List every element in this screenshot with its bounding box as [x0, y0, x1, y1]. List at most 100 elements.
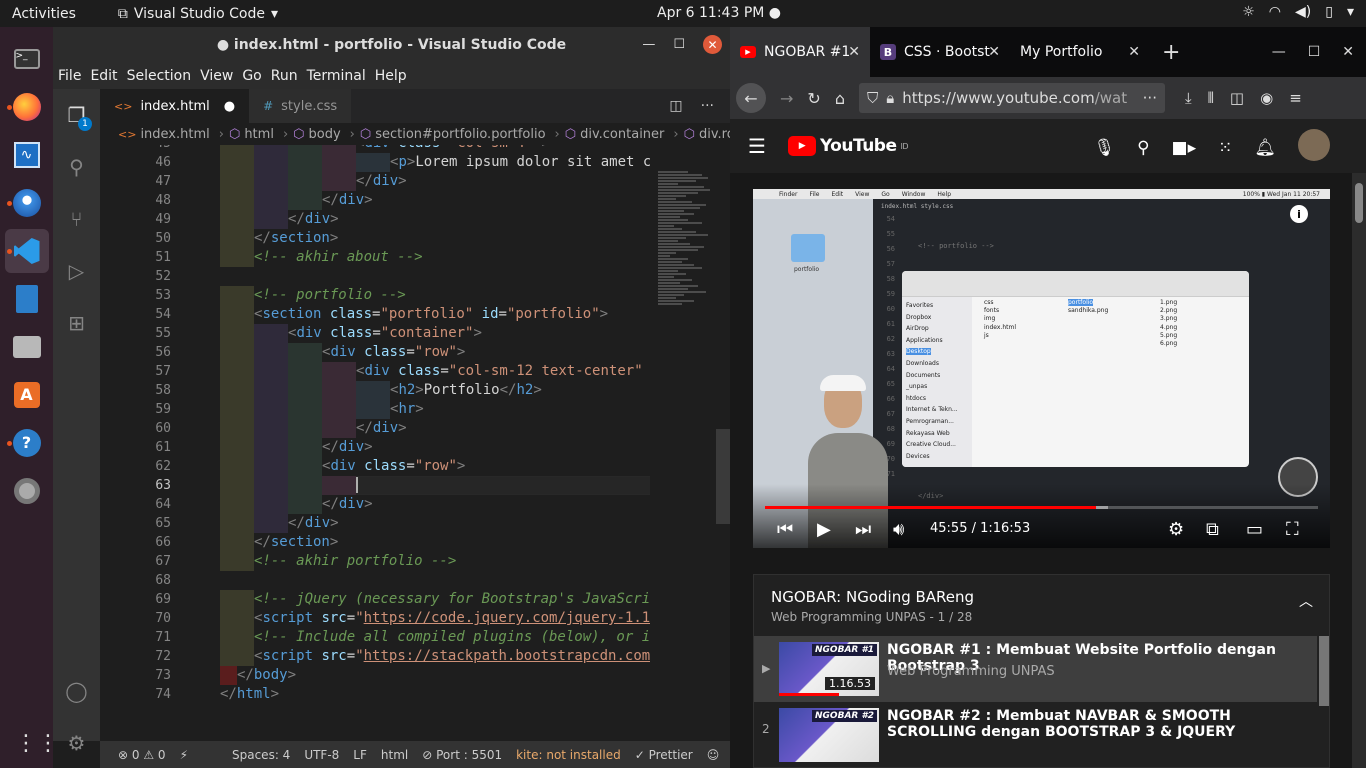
sidebar-icon[interactable]: ◫	[1230, 89, 1244, 107]
code-line[interactable]: 60 </div>	[100, 419, 650, 438]
menu-terminal[interactable]: Terminal	[307, 68, 366, 84]
code-line[interactable]: 57<div class="col-sm-12 text-center" >	[100, 362, 650, 381]
search-icon[interactable]: ⚲	[53, 141, 100, 193]
playlist-item[interactable]: 2 NGOBAR #2 NGOBAR #2 : Membuat NAVBAR &…	[754, 702, 1317, 768]
unsaved-dot-icon[interactable]: ●	[224, 99, 235, 114]
app-menu[interactable]: ⧉ Visual Studio Code ▾	[118, 6, 278, 22]
code-line[interactable]: 74 </html>	[100, 685, 650, 704]
code-line[interactable]: 51 <!-- akhir about -->	[100, 248, 650, 267]
problems-status[interactable]: ⊗ 0 ⚠ 0	[118, 748, 166, 762]
breadcrumb-item[interactable]: div.container	[580, 127, 664, 142]
video-progress-bar[interactable]	[765, 506, 1318, 509]
previous-video-icon[interactable]: ⏮	[777, 519, 793, 540]
downloads-icon[interactable]: ⤓	[1185, 89, 1192, 107]
avatar[interactable]	[1298, 129, 1330, 161]
menu-go[interactable]: Go	[242, 68, 261, 84]
code-line[interactable]: 61 </div>	[100, 438, 650, 457]
more-actions-icon[interactable]: ···	[701, 98, 714, 114]
minimize-icon[interactable]: —	[1272, 44, 1286, 60]
encoding-status[interactable]: UTF-8	[304, 748, 339, 762]
activities-button[interactable]: Activities	[12, 6, 76, 22]
page-actions-icon[interactable]: ···	[1143, 89, 1157, 107]
code-line[interactable]: 53 <!-- portfolio -->	[100, 286, 650, 305]
browser-tab-bootstrap[interactable]: B CSS · Bootst ✕	[870, 27, 1010, 77]
explorer-icon[interactable]: ❐ 1	[53, 89, 100, 141]
url-bar[interactable]: ⛉ 🔒︎ https://www.youtube.com/wat ···	[858, 83, 1165, 113]
code-line[interactable]: 67 <!-- akhir portfolio -->	[100, 552, 650, 571]
notifications-bell-icon[interactable]: 🔔︎	[1254, 138, 1276, 158]
code-line[interactable]: 47 </div>	[100, 172, 650, 191]
page-scrollbar[interactable]	[1352, 173, 1366, 768]
youtube-logo[interactable]: ▶ YouTube ID	[787, 136, 909, 156]
microphone-icon[interactable]: 🎙︎	[1094, 138, 1116, 158]
code-line[interactable]: 54 <section class="portfolio" id="portfol…	[100, 305, 650, 324]
close-tab-icon[interactable]: ✕	[1128, 44, 1140, 60]
code-line[interactable]: 69 <!-- jQuery (necessary for Bootstrap's…	[100, 590, 650, 609]
menu-run[interactable]: Run	[271, 68, 298, 84]
info-card-icon[interactable]: i	[1290, 205, 1308, 223]
next-video-icon[interactable]: ⏭	[855, 519, 871, 540]
collapse-chevron-icon[interactable]: ︿	[1299, 591, 1313, 611]
run-debug-icon[interactable]: ▷	[53, 245, 100, 297]
playlist-scrollbar[interactable]	[1319, 636, 1329, 706]
language-mode-status[interactable]: html	[381, 748, 408, 762]
browser-tab-portfolio[interactable]: My Portfolio ✕	[1010, 27, 1150, 77]
fullscreen-icon[interactable]: ⛶	[1286, 519, 1299, 540]
tracking-shield-icon[interactable]: ⛉	[867, 89, 878, 107]
code-line[interactable]: 52	[100, 267, 650, 286]
feedback-icon[interactable]: ☺	[707, 748, 720, 762]
minimize-icon[interactable]: —	[642, 37, 655, 52]
clock[interactable]: Apr 6 11:43 PM ●	[657, 5, 781, 21]
live-server-port[interactable]: ⊘ Port : 5501	[422, 748, 502, 762]
theater-mode-icon[interactable]: ▭	[1246, 519, 1263, 540]
code-editor[interactable]: 45<div class="col-sm-4" >46<p>Lorem ipsu…	[100, 145, 650, 741]
split-editor-icon[interactable]: ◫	[669, 98, 682, 114]
code-line[interactable]: 64 </div>	[100, 495, 650, 514]
code-line[interactable]: 46<p>Lorem ipsum dolor sit amet consect	[100, 153, 650, 172]
menu-file[interactable]: File	[58, 68, 81, 84]
code-line[interactable]: 65 </div>	[100, 514, 650, 533]
menu-help[interactable]: Help	[375, 68, 407, 84]
video-thumbnail[interactable]: NGOBAR #2	[779, 708, 879, 762]
create-video-icon[interactable]: ■▸	[1172, 138, 1197, 158]
home-icon[interactable]: ⌂	[835, 89, 845, 108]
settings-gear-icon[interactable]: ⚙	[1168, 519, 1184, 540]
back-arrow-icon[interactable]: ←	[736, 83, 766, 113]
video-thumbnail[interactable]: NGOBAR #1 1.16.53	[779, 642, 879, 696]
menu-view[interactable]: View	[200, 68, 233, 84]
code-line[interactable]: 49 </div>	[100, 210, 650, 229]
extensions-icon[interactable]: ⊞	[53, 297, 100, 349]
breadcrumb-item[interactable]: index.html	[140, 127, 209, 142]
maximize-icon[interactable]: ☐	[1308, 44, 1321, 60]
close-icon[interactable]: ✕	[703, 35, 722, 54]
search-icon[interactable]: ⚲	[1137, 138, 1149, 158]
thunderbird-icon[interactable]	[5, 181, 49, 225]
firefox-icon[interactable]	[5, 85, 49, 129]
breadcrumb-item[interactable]: html	[244, 127, 274, 142]
code-line[interactable]: 56 <div class="row">	[100, 343, 650, 362]
video-player[interactable]: Finder File Edit View Go Window Help 100% ▮ We…	[753, 189, 1330, 548]
menu-edit[interactable]: Edit	[90, 68, 117, 84]
close-icon[interactable]: ✕	[1342, 44, 1354, 60]
playlist-item[interactable]: ▶ NGOBAR #1 1.16.53 NGOBAR #1 : Membuat …	[754, 636, 1317, 702]
library-icon[interactable]: ⫴	[1208, 89, 1214, 107]
menu-selection[interactable]: Selection	[127, 68, 192, 84]
video-title[interactable]: NGOBAR #2 : Membuat NAVBAR & SMOOTH SCRO…	[887, 708, 1307, 740]
code-line[interactable]: 55 <div class="container">	[100, 324, 650, 343]
accounts-icon[interactable]: ◯	[53, 665, 100, 717]
close-tab-icon[interactable]: ✕	[988, 44, 1000, 60]
lock-icon[interactable]: 🔒︎	[886, 89, 894, 107]
eol-status[interactable]: LF	[353, 748, 367, 762]
code-line[interactable]: 71 <!-- Include all compiled plugins (bel…	[100, 628, 650, 647]
breadcrumb-item[interactable]: section#portfolio.portfolio	[375, 127, 545, 142]
close-tab-icon[interactable]: ✕	[848, 44, 860, 60]
code-line[interactable]: 70 <script src="https://code.jquery.com/j…	[100, 609, 650, 628]
source-control-icon[interactable]: ⑂	[53, 193, 100, 245]
code-line[interactable]: 48 </div>	[100, 191, 650, 210]
account-icon[interactable]: ◉	[1260, 89, 1273, 107]
breadcrumb-item[interactable]: body	[309, 127, 341, 142]
code-line[interactable]: 63	[100, 476, 650, 495]
terminal-icon[interactable]: >_	[5, 37, 49, 81]
code-line[interactable]: 72 <script src="https://stackpath.bootstr…	[100, 647, 650, 666]
code-line[interactable]: 59 <hr>	[100, 400, 650, 419]
